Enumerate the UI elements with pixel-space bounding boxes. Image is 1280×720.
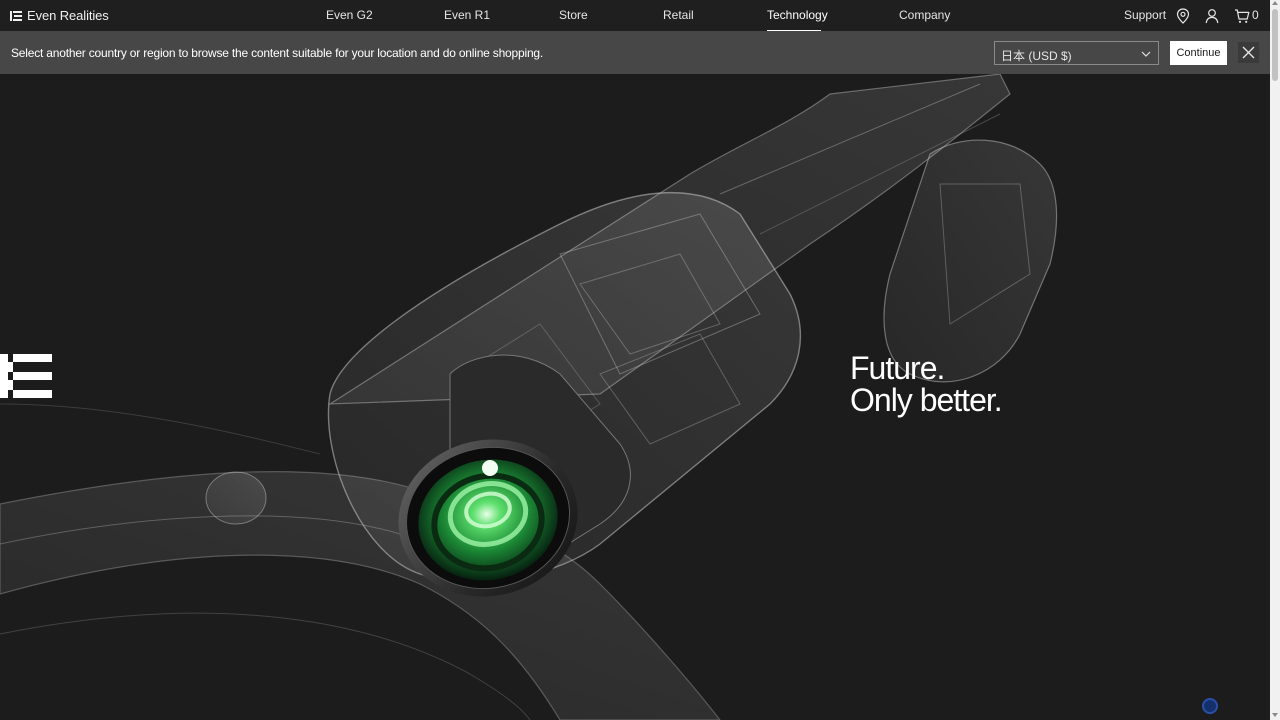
region-message: Select another country or region to brow… bbox=[11, 46, 544, 60]
brand-logo-icon bbox=[10, 10, 22, 21]
region-select-value: 日本 (USD $) bbox=[1001, 49, 1072, 63]
nav-even-g2[interactable]: Even G2 bbox=[326, 8, 373, 22]
nav-even-r1[interactable]: Even R1 bbox=[444, 8, 490, 22]
hero-headline-line1: Future. bbox=[850, 350, 945, 386]
cart-icon[interactable] bbox=[1234, 8, 1250, 24]
close-banner-button[interactable] bbox=[1238, 42, 1259, 63]
smart-glasses-render bbox=[0, 74, 1058, 720]
top-navigation: Even Realities Even G2 Even R1 Store Ret… bbox=[0, 0, 1270, 32]
hero-section: Future. Only better. bbox=[0, 74, 1270, 720]
nav-technology[interactable]: Technology bbox=[767, 8, 828, 22]
chevron-down-icon bbox=[1141, 51, 1151, 57]
close-icon bbox=[1242, 46, 1255, 59]
location-pin-icon[interactable] bbox=[1176, 8, 1192, 24]
support-link[interactable]: Support bbox=[1124, 8, 1166, 22]
cart-count: 0 bbox=[1252, 8, 1259, 22]
brand-home-link[interactable]: Even Realities bbox=[10, 7, 109, 24]
nav-store[interactable]: Store bbox=[559, 8, 588, 22]
nav-company[interactable]: Company bbox=[899, 8, 950, 22]
help-widget-icon[interactable] bbox=[1202, 698, 1218, 714]
nav-retail[interactable]: Retail bbox=[663, 8, 694, 22]
hero-headline: Future. Only better. bbox=[850, 350, 1003, 418]
scroll-up-arrow-icon[interactable] bbox=[1272, 1, 1278, 5]
brand-name: Even Realities bbox=[27, 8, 109, 23]
continue-button[interactable]: Continue bbox=[1170, 41, 1227, 65]
hero-headline-line2: Only better. bbox=[850, 382, 1003, 418]
scroll-down-arrow-icon[interactable] bbox=[1272, 713, 1278, 717]
scroll-thumb[interactable] bbox=[1272, 9, 1278, 81]
brand-mark-icon bbox=[0, 354, 52, 398]
page-scrollbar[interactable] bbox=[1270, 0, 1280, 720]
region-select[interactable]: 日本 (USD $) bbox=[994, 41, 1159, 65]
user-icon[interactable] bbox=[1205, 8, 1221, 24]
